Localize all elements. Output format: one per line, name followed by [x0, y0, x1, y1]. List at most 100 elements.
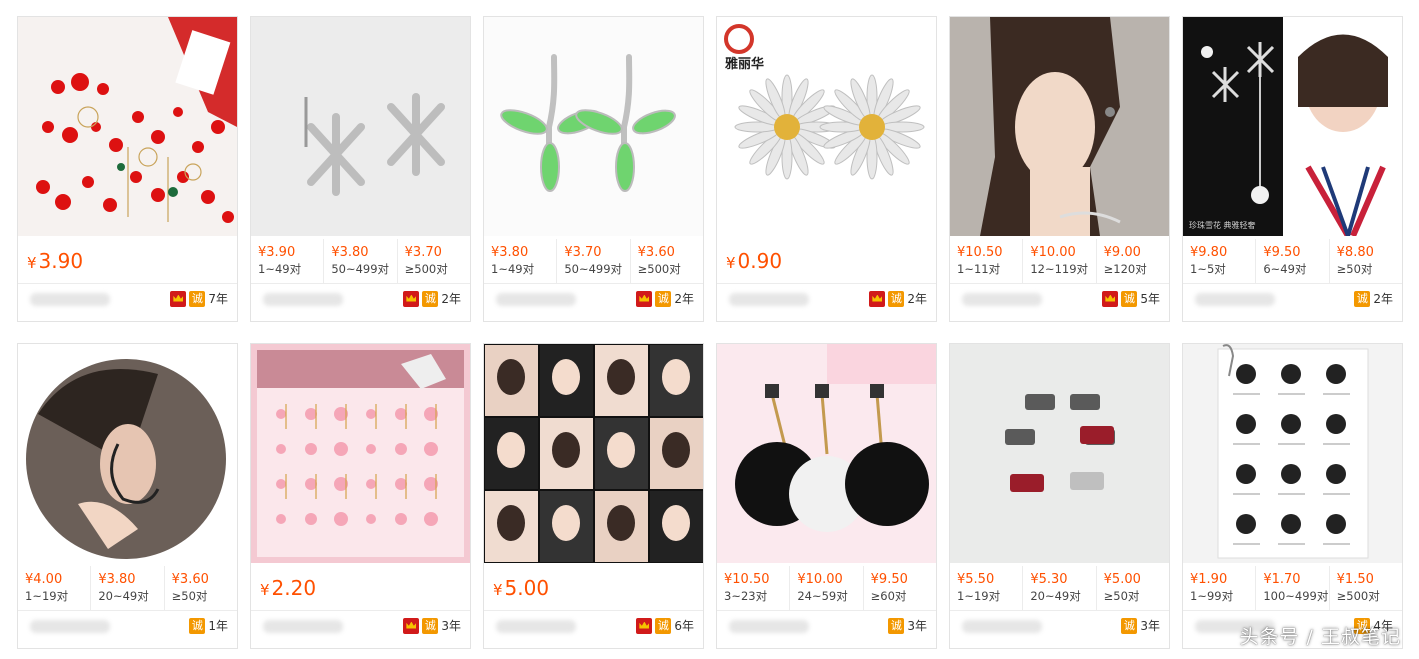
- shop-name-blurred[interactable]: [496, 293, 576, 306]
- divider: [18, 283, 237, 284]
- price-tier: ¥5.30 20~49对: [1023, 566, 1097, 610]
- trust-badge-icon[interactable]: 诚: [1121, 290, 1138, 307]
- tier-price: ¥3.80: [491, 245, 529, 260]
- seller-years: 3年: [1140, 619, 1160, 633]
- trust-badge-icon[interactable]: 诚: [422, 290, 439, 307]
- trust-badge-icon[interactable]: 诚: [1354, 290, 1371, 307]
- product-image[interactable]: [1183, 17, 1402, 236]
- crown-icon[interactable]: [403, 617, 420, 634]
- trust-badge-icon[interactable]: 诚: [422, 617, 439, 634]
- currency-symbol: ¥: [27, 254, 37, 272]
- price-tiers: ¥10.50 3~23对 ¥10.00 24~59对 ¥9.50 ≥60对: [717, 566, 936, 611]
- price-value: 0.90: [737, 249, 783, 273]
- tier-quantity: 20~49对: [1030, 589, 1081, 603]
- trust-badge-icon[interactable]: 诚: [1121, 617, 1138, 634]
- seller-badges: 诚 6年: [636, 617, 694, 634]
- crown-icon[interactable]: [170, 290, 187, 307]
- product-image[interactable]: [251, 344, 470, 563]
- seller-badges: 诚 2年: [403, 290, 461, 307]
- product-card[interactable]: ¥5.50 1~19对 ¥5.30 20~49对 ¥5.00 ≥50对诚 3年: [949, 343, 1170, 649]
- tier-quantity: ≥500对: [1336, 589, 1380, 603]
- price-tier: ¥1.90 1~99对: [1183, 566, 1257, 610]
- tier-price: ¥3.60: [171, 572, 209, 587]
- currency-symbol: ¥: [493, 581, 503, 599]
- trust-badge-icon[interactable]: 诚: [888, 617, 905, 634]
- tier-quantity: 100~499对: [1263, 589, 1329, 603]
- tier-quantity: 1~11对: [957, 262, 1001, 276]
- trust-badge-icon[interactable]: 诚: [189, 290, 206, 307]
- product-image[interactable]: [251, 17, 470, 236]
- shop-name-blurred[interactable]: [962, 620, 1042, 633]
- product-card[interactable]: ¥5.00 诚 6年: [483, 343, 704, 649]
- tier-price: ¥5.00: [1103, 572, 1141, 587]
- product-card[interactable]: ¥3.80 1~49对 ¥3.70 50~499对 ¥3.60 ≥500对诚 2年: [483, 16, 704, 322]
- tier-price: ¥1.50: [1336, 572, 1374, 587]
- product-card[interactable]: 雅丽华 ¥0.90 诚 2年: [716, 16, 937, 322]
- tier-price: ¥9.80: [1190, 245, 1228, 260]
- shop-name-blurred[interactable]: [729, 293, 809, 306]
- product-image[interactable]: [1183, 344, 1402, 563]
- tier-price: ¥3.70: [404, 245, 442, 260]
- tier-price: ¥10.50: [724, 572, 770, 587]
- price-tiers: ¥9.80 1~5对 ¥9.50 6~49对 ¥8.80 ≥50对: [1183, 239, 1402, 284]
- crown-icon[interactable]: [636, 290, 653, 307]
- product-price: ¥3.90: [27, 249, 83, 273]
- seller-years: 5年: [1140, 292, 1160, 306]
- tier-price: ¥1.90: [1190, 572, 1228, 587]
- product-image[interactable]: [18, 344, 237, 563]
- tier-price: ¥8.80: [1336, 245, 1374, 260]
- product-card[interactable]: ¥10.50 1~11对 ¥10.00 12~119对 ¥9.00 ≥120对诚 5年: [949, 16, 1170, 322]
- shop-name-blurred[interactable]: [729, 620, 809, 633]
- product-image[interactable]: [18, 17, 237, 236]
- trust-badge-icon[interactable]: 诚: [655, 617, 672, 634]
- shop-name-blurred[interactable]: [962, 293, 1042, 306]
- price-tier: ¥3.60 ≥500对: [631, 239, 703, 283]
- shop-name-blurred[interactable]: [263, 293, 343, 306]
- price-tiers: ¥10.50 1~11对 ¥10.00 12~119对 ¥9.00 ≥120对: [950, 239, 1169, 284]
- watermark: 头条号 / 王叔笔记: [1239, 626, 1401, 648]
- shop-name-blurred[interactable]: [496, 620, 576, 633]
- seller-badges: 诚 5年: [1102, 290, 1160, 307]
- shop-name-blurred[interactable]: [1195, 293, 1275, 306]
- price-tier: ¥10.00 24~59对: [790, 566, 864, 610]
- crown-icon[interactable]: [869, 290, 886, 307]
- tier-quantity: ≥500对: [637, 262, 681, 276]
- product-card[interactable]: ¥2.20 诚 3年: [250, 343, 471, 649]
- product-card[interactable]: 珍珠雪花 典雅轻奢 ¥9.80 1~5对 ¥9.50 6~49对 ¥8.80 ≥50对诚 2年: [1182, 16, 1403, 322]
- product-card[interactable]: ¥10.50 3~23对 ¥10.00 24~59对 ¥9.50 ≥60对诚 3年: [716, 343, 937, 649]
- trust-badge-icon[interactable]: 诚: [655, 290, 672, 307]
- tier-price: ¥10.00: [1030, 245, 1076, 260]
- tier-quantity: 1~49对: [491, 262, 535, 276]
- price-tier: ¥9.00 ≥120对: [1097, 239, 1169, 283]
- product-image[interactable]: [950, 344, 1169, 563]
- seller-badges: 诚 2年: [1354, 290, 1393, 307]
- price-tier: ¥3.80 1~49对: [484, 239, 558, 283]
- product-image[interactable]: [484, 17, 703, 236]
- price-tier: ¥1.50 ≥500对: [1330, 566, 1402, 610]
- brand-logo: 雅丽华: [725, 57, 765, 72]
- price-tiers: ¥4.00 1~19对 ¥3.80 20~49对 ¥3.60 ≥50对: [18, 566, 237, 611]
- product-image[interactable]: [717, 344, 936, 563]
- product-image[interactable]: [484, 344, 703, 563]
- trust-badge-icon[interactable]: 诚: [189, 617, 206, 634]
- product-card[interactable]: ¥3.90 1~49对 ¥3.80 50~499对 ¥3.70 ≥500对诚 2年: [250, 16, 471, 322]
- shop-name-blurred[interactable]: [263, 620, 343, 633]
- product-card[interactable]: ¥3.90 诚 7年: [17, 16, 238, 322]
- product-price: ¥5.00: [493, 576, 549, 600]
- tier-quantity: 50~499对: [564, 262, 623, 276]
- crown-icon[interactable]: [636, 617, 653, 634]
- price-tiers: ¥3.80 1~49对 ¥3.70 50~499对 ¥3.60 ≥500对: [484, 239, 703, 284]
- seller-years: 6年: [674, 619, 694, 633]
- product-card[interactable]: ¥4.00 1~19对 ¥3.80 20~49对 ¥3.60 ≥50对诚 1年: [17, 343, 238, 649]
- seller-badges: 诚 1年: [189, 617, 228, 634]
- product-card[interactable]: ¥1.90 1~99对 ¥1.70 100~499对 ¥1.50 ≥500对诚 4年: [1182, 343, 1403, 649]
- crown-icon[interactable]: [403, 290, 420, 307]
- trust-badge-icon[interactable]: 诚: [888, 290, 905, 307]
- product-image[interactable]: [717, 17, 936, 236]
- shop-name-blurred[interactable]: [30, 293, 110, 306]
- shop-name-blurred[interactable]: [30, 620, 110, 633]
- product-image[interactable]: [950, 17, 1169, 236]
- crown-icon[interactable]: [1102, 290, 1119, 307]
- tier-quantity: 12~119对: [1030, 262, 1089, 276]
- tier-quantity: 6~49对: [1263, 262, 1307, 276]
